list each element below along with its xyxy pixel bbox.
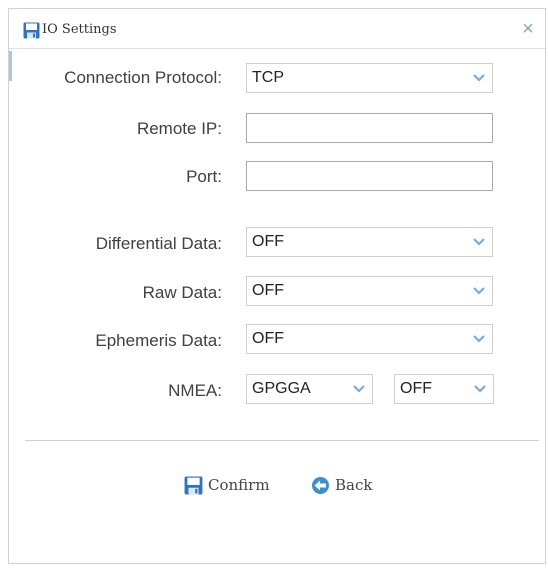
- chevron-down-icon: [353, 385, 365, 393]
- nmea-label: NMEA:: [168, 381, 222, 400]
- differential-data-label: Differential Data:: [95, 234, 222, 253]
- side-accent: [9, 51, 12, 81]
- ephemeris-data-label: Ephemeris Data:: [95, 331, 222, 350]
- confirm-button[interactable]: Confirm: [184, 474, 270, 496]
- close-icon[interactable]: ×: [518, 19, 538, 39]
- raw-data-label: Raw Data:: [142, 283, 222, 302]
- differential-data-select[interactable]: OFF: [246, 227, 493, 257]
- save-disk-icon: [184, 476, 203, 494]
- nmea-rate-select[interactable]: OFF: [394, 374, 494, 404]
- back-label: Back: [335, 476, 373, 494]
- nmea-sentence-value: GPGGA: [252, 380, 311, 397]
- ephemeris-data-value: OFF: [252, 330, 284, 347]
- back-arrow-icon: [312, 476, 329, 494]
- raw-data-value: OFF: [252, 282, 284, 299]
- dialog-titlebar: IO Settings ×: [9, 9, 545, 49]
- connection-protocol-select[interactable]: TCP: [246, 63, 493, 93]
- dialog-title: IO Settings: [42, 22, 117, 37]
- ephemeris-data-select[interactable]: OFF: [246, 324, 493, 354]
- chevron-down-icon: [473, 238, 485, 246]
- nmea-rate-value: OFF: [400, 380, 432, 397]
- nmea-sentence-select[interactable]: GPGGA: [246, 374, 373, 404]
- remote-ip-label: Remote IP:: [136, 119, 222, 138]
- chevron-down-icon: [473, 335, 485, 343]
- connection-protocol-label: Connection Protocol:: [64, 68, 222, 87]
- differential-data-value: OFF: [252, 233, 284, 250]
- port-input[interactable]: [246, 161, 493, 191]
- connection-protocol-value: TCP: [252, 69, 284, 86]
- footer-divider: [25, 440, 539, 441]
- back-button[interactable]: Back: [311, 474, 372, 496]
- confirm-label: Confirm: [208, 476, 270, 494]
- save-disk-icon: [23, 22, 40, 39]
- chevron-down-icon: [473, 287, 485, 295]
- port-label: Port:: [186, 167, 222, 186]
- remote-ip-input[interactable]: [246, 113, 493, 143]
- raw-data-select[interactable]: OFF: [246, 276, 493, 306]
- chevron-down-icon: [473, 74, 485, 82]
- io-settings-dialog: IO Settings × Connection Protocol: TCP R…: [8, 8, 546, 564]
- chevron-down-icon: [474, 385, 486, 393]
